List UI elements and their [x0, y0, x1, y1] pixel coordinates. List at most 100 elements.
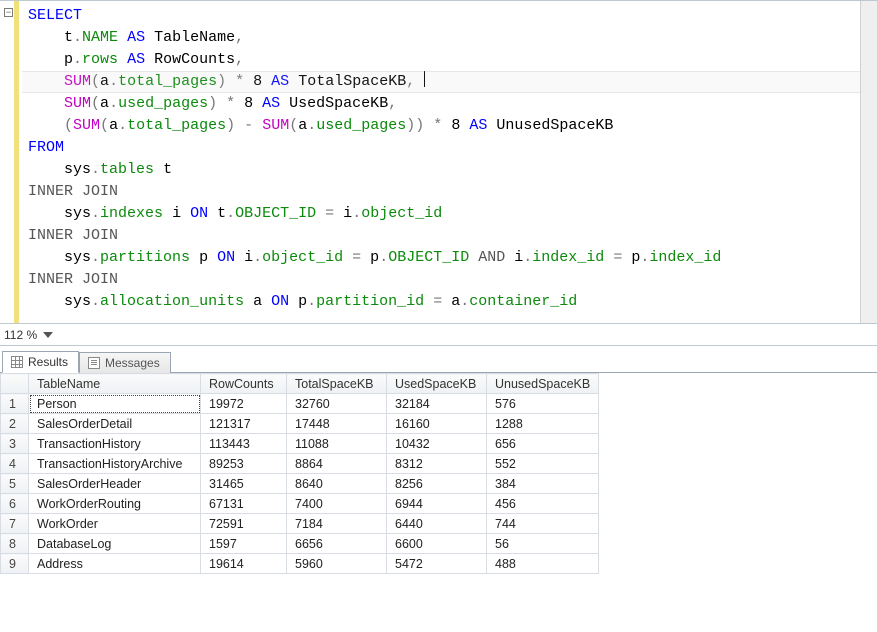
row-number[interactable]: 4 — [1, 454, 29, 474]
code-line[interactable]: SUM(a.total_pages) * 8 AS TotalSpaceKB, — [28, 71, 860, 93]
code-line[interactable]: sys.indexes i ON t.OBJECT_ID = i.object_… — [28, 203, 860, 225]
table-row[interactable]: 3TransactionHistory1134431108810432656 — [1, 434, 599, 454]
tab-messages[interactable]: Messages — [79, 352, 171, 373]
table-row[interactable]: 5SalesOrderHeader3146586408256384 — [1, 474, 599, 494]
table-row[interactable]: 1Person199723276032184576 — [1, 394, 599, 414]
row-number[interactable]: 6 — [1, 494, 29, 514]
tab-results-label: Results — [28, 355, 68, 369]
cell[interactable]: 11088 — [287, 434, 387, 454]
column-header[interactable]: UsedSpaceKB — [387, 374, 487, 394]
row-number[interactable]: 7 — [1, 514, 29, 534]
zoom-value: 112 % — [4, 328, 37, 342]
cell[interactable]: 456 — [487, 494, 599, 514]
cell[interactable]: 1288 — [487, 414, 599, 434]
cell[interactable]: DatabaseLog — [29, 534, 201, 554]
cell[interactable]: 6656 — [287, 534, 387, 554]
code-line[interactable]: INNER JOIN — [28, 181, 860, 203]
code-line[interactable]: INNER JOIN — [28, 269, 860, 291]
cell[interactable]: 56 — [487, 534, 599, 554]
code-line[interactable]: INNER JOIN — [28, 225, 860, 247]
zoom-control[interactable]: 112 % — [0, 324, 877, 346]
cell[interactable]: 8256 — [387, 474, 487, 494]
tab-messages-label: Messages — [105, 356, 160, 370]
editor-scrollbar[interactable] — [860, 1, 877, 323]
change-marker-bar — [14, 1, 19, 323]
cell[interactable]: 72591 — [201, 514, 287, 534]
fold-toggle-icon[interactable]: − — [4, 8, 13, 17]
cell[interactable]: 6944 — [387, 494, 487, 514]
table-row[interactable]: 6WorkOrderRouting6713174006944456 — [1, 494, 599, 514]
cell[interactable]: 17448 — [287, 414, 387, 434]
sql-editor[interactable]: − SELECT t.NAME AS TableName, p.rows AS … — [0, 0, 877, 324]
cell[interactable]: 32184 — [387, 394, 487, 414]
code-line[interactable]: SUM(a.used_pages) * 8 AS UsedSpaceKB, — [28, 93, 860, 115]
code-line[interactable]: sys.allocation_units a ON p.partition_id… — [28, 291, 860, 313]
cell[interactable]: 19972 — [201, 394, 287, 414]
code-line[interactable]: FROM — [28, 137, 860, 159]
cell[interactable]: 744 — [487, 514, 599, 534]
cell[interactable]: 113443 — [201, 434, 287, 454]
cell[interactable]: 552 — [487, 454, 599, 474]
table-row[interactable]: 4TransactionHistoryArchive89253886483125… — [1, 454, 599, 474]
row-number[interactable]: 3 — [1, 434, 29, 454]
row-number[interactable]: 8 — [1, 534, 29, 554]
cell[interactable]: 16160 — [387, 414, 487, 434]
row-number[interactable]: 5 — [1, 474, 29, 494]
cell[interactable]: 5960 — [287, 554, 387, 574]
cell[interactable]: 384 — [487, 474, 599, 494]
cell[interactable]: TransactionHistoryArchive — [29, 454, 201, 474]
code-line[interactable]: t.NAME AS TableName, — [28, 27, 860, 49]
code-line[interactable]: (SUM(a.total_pages) - SUM(a.used_pages))… — [28, 115, 860, 137]
results-grid-icon — [11, 356, 23, 368]
cell[interactable]: 576 — [487, 394, 599, 414]
cell[interactable]: 32760 — [287, 394, 387, 414]
table-row[interactable]: 8DatabaseLog15976656660056 — [1, 534, 599, 554]
cell[interactable]: 7400 — [287, 494, 387, 514]
editor-gutter: − — [0, 1, 22, 323]
cell[interactable]: SalesOrderDetail — [29, 414, 201, 434]
cell[interactable]: 121317 — [201, 414, 287, 434]
table-row[interactable]: 2SalesOrderDetail12131717448161601288 — [1, 414, 599, 434]
cell[interactable]: 6440 — [387, 514, 487, 534]
cell[interactable]: WorkOrderRouting — [29, 494, 201, 514]
row-number[interactable]: 1 — [1, 394, 29, 414]
cell[interactable]: 31465 — [201, 474, 287, 494]
code-line[interactable]: sys.tables t — [28, 159, 860, 181]
results-grid[interactable]: TableNameRowCountsTotalSpaceKBUsedSpaceK… — [0, 373, 877, 632]
cell[interactable]: 67131 — [201, 494, 287, 514]
cell[interactable]: WorkOrder — [29, 514, 201, 534]
text-caret — [424, 71, 425, 87]
cell[interactable]: 488 — [487, 554, 599, 574]
tab-results[interactable]: Results — [2, 351, 79, 373]
cell[interactable]: 1597 — [201, 534, 287, 554]
cell[interactable]: 8312 — [387, 454, 487, 474]
cell[interactable]: 656 — [487, 434, 599, 454]
cell[interactable]: Person — [29, 394, 201, 414]
row-number[interactable]: 9 — [1, 554, 29, 574]
cell[interactable]: Address — [29, 554, 201, 574]
code-area[interactable]: SELECT t.NAME AS TableName, p.rows AS Ro… — [22, 1, 860, 323]
cell[interactable]: 5472 — [387, 554, 487, 574]
cell[interactable]: 89253 — [201, 454, 287, 474]
column-header[interactable]: TableName — [29, 374, 201, 394]
code-line[interactable]: p.rows AS RowCounts, — [28, 49, 860, 71]
code-line[interactable]: sys.partitions p ON i.object_id = p.OBJE… — [28, 247, 860, 269]
table-row[interactable]: 7WorkOrder7259171846440744 — [1, 514, 599, 534]
cell[interactable]: 8864 — [287, 454, 387, 474]
column-header[interactable]: RowCounts — [201, 374, 287, 394]
cell[interactable]: SalesOrderHeader — [29, 474, 201, 494]
row-number[interactable]: 2 — [1, 414, 29, 434]
chevron-down-icon[interactable] — [43, 330, 53, 340]
cell[interactable]: TransactionHistory — [29, 434, 201, 454]
column-header[interactable]: UnusedSpaceKB — [487, 374, 599, 394]
cell[interactable]: 6600 — [387, 534, 487, 554]
code-line[interactable]: SELECT — [28, 5, 860, 27]
cell[interactable]: 19614 — [201, 554, 287, 574]
table-row[interactable]: 9Address1961459605472488 — [1, 554, 599, 574]
row-header-corner[interactable] — [1, 374, 29, 394]
cell[interactable]: 10432 — [387, 434, 487, 454]
column-header[interactable]: TotalSpaceKB — [287, 374, 387, 394]
result-tabs: Results Messages — [0, 346, 877, 373]
cell[interactable]: 7184 — [287, 514, 387, 534]
cell[interactable]: 8640 — [287, 474, 387, 494]
